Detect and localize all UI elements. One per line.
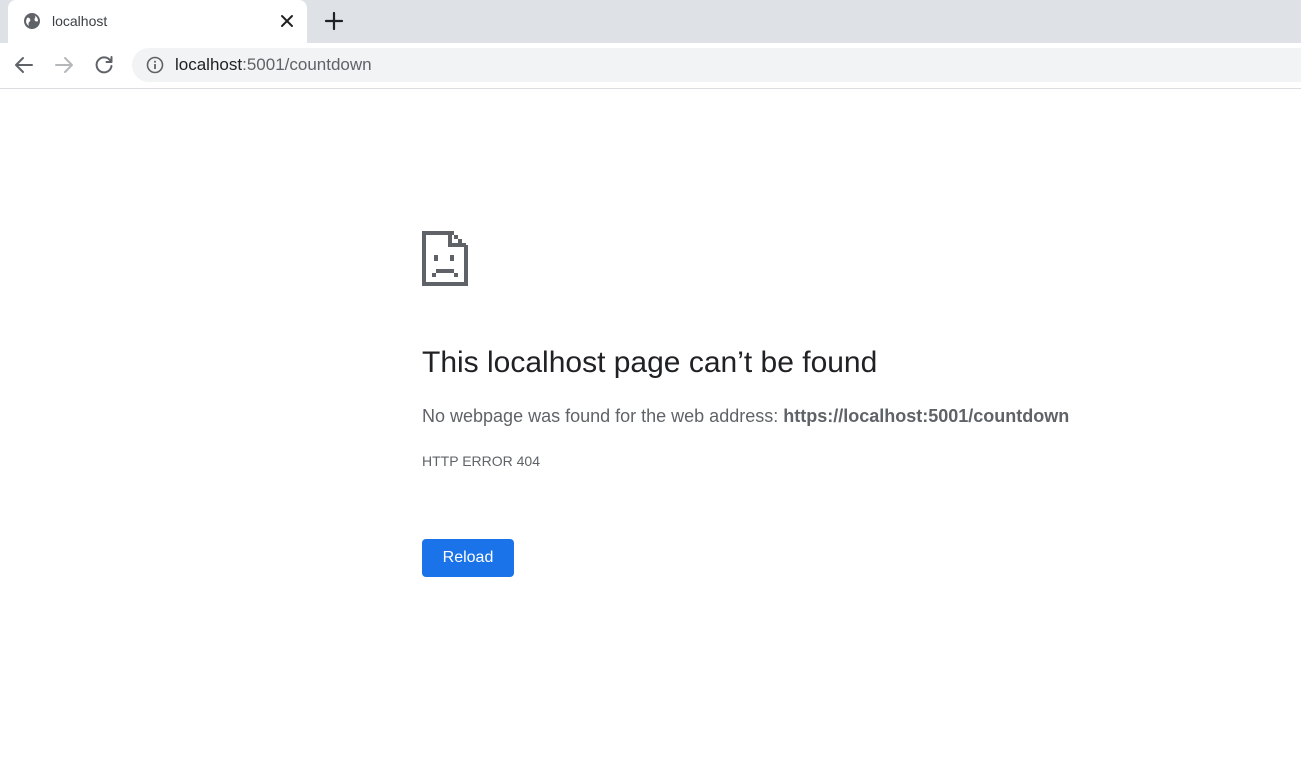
address-bar[interactable]: localhost:5001/countdown	[132, 48, 1301, 82]
back-arrow-icon[interactable]	[12, 53, 36, 77]
url-host: localhost	[175, 55, 243, 74]
browser-toolbar: localhost:5001/countdown	[0, 43, 1301, 89]
tab-title: localhost	[52, 13, 108, 29]
error-url: https://localhost:5001/countdown	[783, 406, 1070, 426]
reload-icon[interactable]	[92, 53, 116, 77]
error-code: HTTP ERROR 404	[422, 453, 540, 469]
sad-page-icon	[422, 231, 468, 286]
url-path: :5001/countdown	[242, 55, 372, 74]
tab-strip: localhost	[0, 0, 1301, 43]
reload-button[interactable]: Reload	[422, 539, 514, 577]
error-description: No webpage was found for the web address…	[422, 404, 1069, 428]
new-tab-plus-icon[interactable]	[323, 10, 345, 32]
browser-tab[interactable]: localhost	[8, 0, 307, 43]
close-icon[interactable]	[278, 12, 296, 30]
error-title: This localhost page can’t be found	[422, 346, 878, 379]
address-bar-url[interactable]: localhost:5001/countdown	[175, 56, 372, 74]
globe-icon	[24, 13, 40, 29]
info-circle-icon[interactable]	[146, 56, 164, 74]
forward-arrow-icon[interactable]	[52, 53, 76, 77]
error-description-text: No webpage was found for the web address…	[422, 406, 784, 426]
